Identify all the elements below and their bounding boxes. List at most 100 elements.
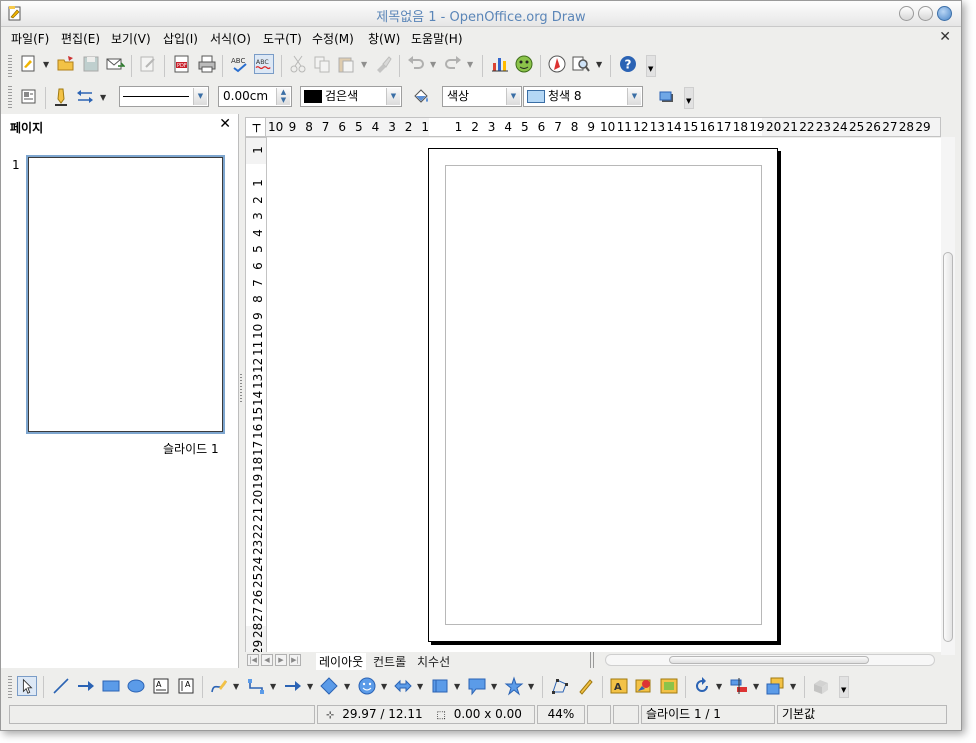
chevron-down-icon[interactable]: ▼ bbox=[491, 682, 497, 691]
area-fill-bucket-icon[interactable] bbox=[411, 87, 431, 107]
chevron-down-icon[interactable]: ▼ bbox=[417, 682, 423, 691]
menu-edit[interactable]: 편집(E) bbox=[61, 30, 100, 47]
gallery-image-icon[interactable] bbox=[659, 676, 679, 696]
chevron-down-icon[interactable]: ▼ bbox=[753, 682, 759, 691]
glue-points-icon[interactable] bbox=[576, 676, 596, 696]
curve-tool-icon[interactable] bbox=[209, 676, 229, 696]
drawing-canvas[interactable] bbox=[267, 138, 941, 655]
arrange-icon[interactable] bbox=[765, 676, 785, 696]
tab-splitter[interactable] bbox=[590, 652, 594, 668]
spinner-icon[interactable]: ▲ ▼ bbox=[276, 88, 290, 105]
vertical-scrollbar[interactable] bbox=[941, 137, 955, 655]
prev-tab-icon[interactable]: ◀ bbox=[261, 654, 273, 666]
chevron-down-icon[interactable]: ▼ bbox=[233, 682, 239, 691]
line-color-select[interactable]: 검은색 ▼ bbox=[300, 86, 402, 107]
callouts-icon[interactable] bbox=[467, 676, 487, 696]
line-tool-icon[interactable] bbox=[51, 676, 71, 696]
points-edit-icon[interactable] bbox=[550, 676, 570, 696]
minimize-button[interactable] bbox=[899, 6, 914, 21]
horizontal-scroll-thumb[interactable] bbox=[669, 656, 869, 664]
rectangle-tool-icon[interactable] bbox=[101, 676, 121, 696]
menu-help[interactable]: 도움말(H) bbox=[411, 30, 463, 47]
paste-icon[interactable] bbox=[336, 54, 356, 74]
tab-dimension-lines[interactable]: 치수선 bbox=[417, 653, 450, 670]
vertical-scroll-thumb[interactable] bbox=[943, 252, 953, 642]
menu-file[interactable]: 파일(F) bbox=[11, 30, 49, 47]
cut-icon[interactable] bbox=[288, 54, 308, 74]
print-icon[interactable] bbox=[197, 54, 217, 74]
menu-insert[interactable]: 삽입(I) bbox=[163, 30, 198, 47]
connector-tool-icon[interactable] bbox=[246, 676, 266, 696]
symbol-shapes-icon[interactable] bbox=[357, 676, 377, 696]
horizontal-ruler[interactable]: ┬ 10 9 8 7 6 5 4 3 2 1 1 2 3 4 5 6 7 8 9 10 11 12 13 14 15 16 17 18… bbox=[245, 117, 941, 137]
chevron-down-icon[interactable]: ▼ bbox=[361, 60, 367, 69]
chevron-down-icon[interactable]: ▼ bbox=[386, 88, 400, 105]
maximize-button[interactable] bbox=[937, 6, 952, 21]
chevron-down-icon[interactable]: ▼ bbox=[528, 682, 534, 691]
chevron-down-icon[interactable]: ▼ bbox=[506, 88, 520, 105]
toolbar-grip[interactable] bbox=[8, 86, 12, 108]
chevron-down-icon[interactable]: ▼ bbox=[344, 682, 350, 691]
line-width-field[interactable]: 0.00cm ▲ ▼ bbox=[218, 86, 292, 107]
area-color-select[interactable]: 청색 8 ▼ bbox=[523, 86, 643, 107]
chevron-down-icon[interactable]: ▼ bbox=[100, 93, 106, 102]
basic-shapes-icon[interactable] bbox=[319, 676, 339, 696]
navigator-icon[interactable] bbox=[547, 54, 567, 74]
close-icon[interactable]: ✕ bbox=[219, 116, 231, 132]
styles-formatting-icon[interactable] bbox=[19, 87, 39, 107]
spellcheck-icon[interactable]: ABC bbox=[230, 54, 250, 74]
toolbar-overflow-icon[interactable]: ▼ bbox=[839, 676, 849, 698]
menu-tools[interactable]: 도구(T) bbox=[263, 30, 302, 47]
arrow-lines-icon[interactable] bbox=[283, 676, 303, 696]
vertical-text-tool-icon[interactable]: A bbox=[176, 676, 196, 696]
redo-icon[interactable] bbox=[443, 54, 463, 74]
chevron-down-icon[interactable]: ▼ bbox=[307, 682, 313, 691]
menu-format[interactable]: 서식(O) bbox=[210, 30, 251, 47]
zoom-value[interactable]: 44% bbox=[537, 705, 585, 724]
auto-spellcheck-icon[interactable]: ABC bbox=[254, 54, 274, 74]
chevron-down-icon[interactable]: ▼ bbox=[430, 60, 436, 69]
chevron-down-icon[interactable]: ▼ bbox=[627, 88, 641, 105]
horizontal-scrollbar[interactable] bbox=[605, 654, 935, 666]
ellipse-tool-icon[interactable] bbox=[126, 676, 146, 696]
toolbar-overflow-icon[interactable]: ▼ bbox=[646, 55, 656, 77]
new-document-icon[interactable] bbox=[19, 54, 39, 74]
undo-icon[interactable] bbox=[406, 54, 426, 74]
stars-icon[interactable] bbox=[504, 676, 524, 696]
email-icon[interactable] bbox=[105, 54, 125, 74]
select-arrow-icon[interactable] bbox=[17, 676, 37, 696]
chevron-down-icon[interactable]: ▼ bbox=[716, 682, 722, 691]
area-style-select[interactable]: 색상 ▼ bbox=[442, 86, 522, 107]
menu-window[interactable]: 창(W) bbox=[368, 30, 400, 47]
alignment-icon[interactable] bbox=[729, 676, 749, 696]
next-tab-icon[interactable]: ▶ bbox=[275, 654, 287, 666]
close-document-icon[interactable]: ✕ bbox=[939, 29, 951, 45]
tab-controls[interactable]: 컨트롤 bbox=[373, 653, 406, 670]
zoom-icon[interactable] bbox=[571, 54, 591, 74]
tab-stop-icon[interactable]: ┬ bbox=[248, 118, 266, 136]
open-folder-icon[interactable] bbox=[56, 54, 76, 74]
chevron-down-icon[interactable]: ▼ bbox=[454, 682, 460, 691]
slide-thumbnail[interactable] bbox=[26, 155, 225, 434]
format-paintbrush-icon[interactable] bbox=[373, 54, 393, 74]
chevron-down-icon[interactable]: ▼ bbox=[43, 60, 49, 69]
last-tab-icon[interactable]: ▶| bbox=[289, 654, 301, 666]
block-arrows-icon[interactable] bbox=[393, 676, 413, 696]
insert-chart-icon[interactable] bbox=[490, 54, 510, 74]
from-file-image-icon[interactable] bbox=[634, 676, 654, 696]
menu-view[interactable]: 보기(V) bbox=[111, 30, 151, 47]
line-arrow-tool-icon[interactable] bbox=[76, 676, 96, 696]
line-pen-icon[interactable] bbox=[51, 87, 71, 107]
save-icon[interactable] bbox=[81, 54, 101, 74]
text-tool-icon[interactable]: A bbox=[151, 676, 171, 696]
edit-file-icon[interactable] bbox=[138, 54, 158, 74]
menu-modify[interactable]: 수정(M) bbox=[312, 30, 354, 47]
chevron-down-icon[interactable]: ▼ bbox=[790, 682, 796, 691]
splitter-grip[interactable] bbox=[240, 374, 242, 404]
toolbar-overflow-icon[interactable]: ▼ bbox=[684, 87, 694, 109]
chevron-down-icon[interactable]: ▼ bbox=[596, 60, 602, 69]
arrow-style-icon[interactable] bbox=[75, 87, 95, 107]
extrusion-3d-icon[interactable] bbox=[811, 676, 831, 696]
copy-icon[interactable] bbox=[312, 54, 332, 74]
vertical-ruler[interactable]: 1 1 2 3 4 5 6 7 8 9 10 11 12 13 14 15 16 17 18 19 20 21 22 23 24… bbox=[245, 137, 267, 655]
